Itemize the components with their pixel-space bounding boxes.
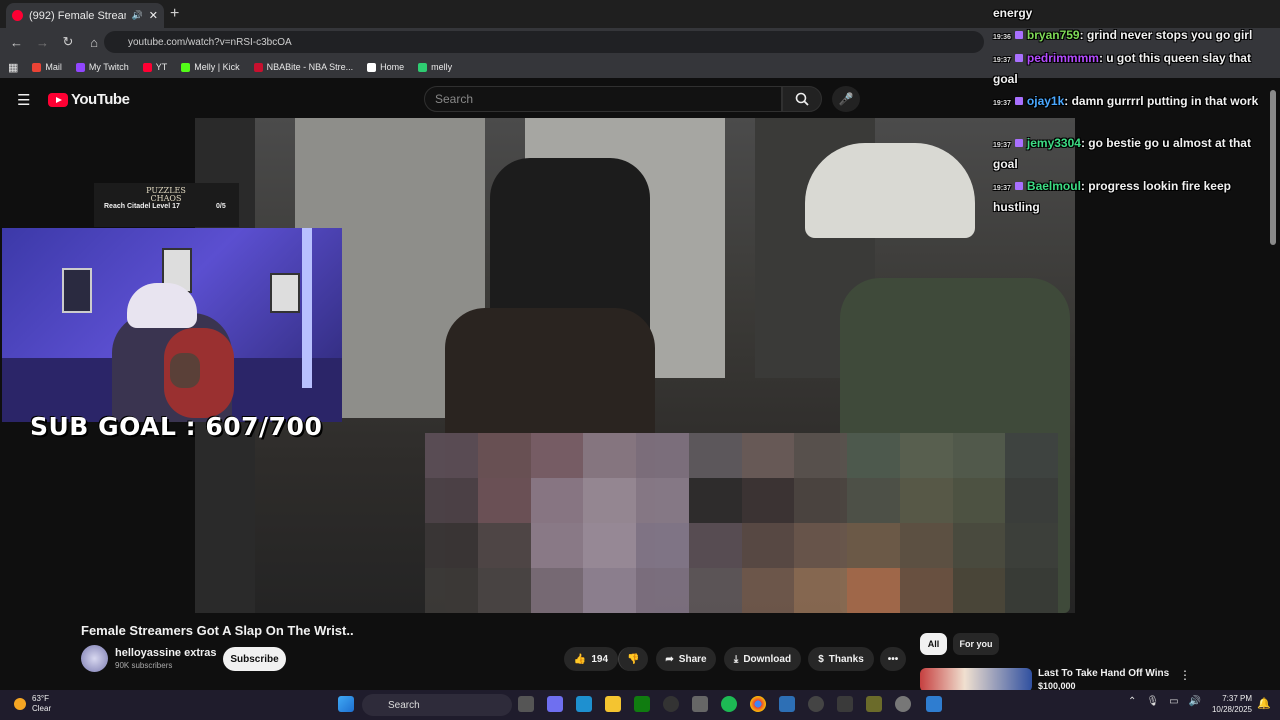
chat-message: 19:36 bryan759: grind never stops you go … [993,28,1253,42]
chat-message: 19:37 ojay1k: damn gurrrrl putting in tha… [993,94,1259,108]
search-button[interactable] [782,86,822,112]
chat-message: 19:37 pedrimmmm: u got this queen slay th… [993,51,1251,86]
tab-title: (992) Female Streamers Got [29,9,126,22]
network-icon[interactable]: ▭ [1169,696,1178,707]
sub-badge-icon [1014,139,1023,147]
notification-icon[interactable]: 🔔 [1257,697,1271,710]
share-icon: ➦ [665,653,674,665]
chip-all[interactable]: All [920,633,947,655]
tab-close-icon[interactable]: ✕ [149,9,158,22]
windows-start-icon[interactable] [338,696,354,712]
system-tray[interactable]: ⌃ 🎙 ▭ 🔊 [1128,696,1201,707]
kebab-menu-icon[interactable]: ⋮ [1179,668,1191,682]
system-clock[interactable]: 7:37 PM 10/28/2025 [1202,693,1252,715]
chrome-icon[interactable] [750,696,766,712]
microphone-icon[interactable]: 🎤 [832,86,860,112]
file-explorer-icon[interactable] [605,696,621,712]
reload-icon[interactable]: ↻ [62,34,74,50]
recommended-title[interactable]: Last To Take Hand Off Wins [1038,668,1169,679]
spotify-icon[interactable] [721,696,737,712]
download-button[interactable]: ⤓ Download [724,647,801,671]
search-input[interactable]: Search [424,86,782,112]
download-icon: ⤓ [733,653,739,665]
new-tab-icon[interactable]: + [170,5,179,23]
url-text: youtube.com/watch?v=nRSI-c3bcOA [128,36,292,48]
weather-widget[interactable]: 63°F Clear [14,694,51,714]
subscribe-button[interactable]: Subscribe [223,647,286,671]
share-button[interactable]: ➦ Share [656,647,716,671]
xbox-icon[interactable] [634,696,650,712]
settings-icon[interactable] [895,696,911,712]
sub-badge-icon [1014,182,1023,190]
back-icon[interactable]: ← [10,35,23,50]
forward-icon[interactable]: → [36,35,49,50]
speaker-icon[interactable]: 🔊 [132,10,143,21]
bookmark-yt[interactable]: YT [142,62,167,72]
copilot-icon[interactable] [547,696,563,712]
app-icon[interactable] [926,696,942,712]
puzzle-logo: PUZZLES CHAOS [146,186,186,203]
browser-tab[interactable]: (992) Female Streamers Got 🔊 ✕ [6,3,164,28]
thumbs-up-icon: 👍 [573,653,587,665]
menu-icon[interactable]: ☰ [17,91,30,109]
chat-header: energy [993,6,1033,20]
puzzle-progress: 0/5 [216,203,226,210]
chat-overlay: energy 19:36 bryan759: grind never stops … [988,0,1280,220]
bookmark-home[interactable]: Home [367,62,404,72]
youtube-play-icon [48,92,68,107]
more-icon: ••• [887,653,899,665]
thanks-button[interactable]: $ Thanks [808,647,874,671]
youtube-favicon-icon [12,10,23,21]
mic-tray-icon[interactable]: 🎙 [1146,696,1159,707]
puzzle-overlay: PUZZLES CHAOS Reach Citadel Level 17 0/5 [94,183,239,227]
address-bar[interactable]: youtube.com/watch?v=nRSI-c3bcOA [104,31,984,53]
sub-badge-icon [1014,97,1023,105]
webcam-overlay [2,228,342,422]
youtube-logo[interactable]: YouTube [48,91,130,108]
puzzle-task: Reach Citadel Level 17 [104,203,180,210]
weather-sun-icon [14,698,26,710]
channel-name[interactable]: helloyassine extras [115,647,217,659]
cap-shape [805,143,975,238]
subscriber-count: 90K subscribers [115,661,173,670]
search-icon [795,92,809,106]
more-actions-button[interactable]: ••• [880,647,906,671]
thumbs-down-icon: 👎 [627,653,640,665]
photos-icon[interactable] [779,696,795,712]
chevron-up-icon[interactable]: ⌃ [1128,696,1136,707]
sub-goal-text: SUB GOAL : 607/700 [30,412,323,441]
chat-message: 19:37 jemy3304: go bestie go u almost at … [993,136,1251,171]
bookmark-mail[interactable]: Mail [32,62,62,72]
sub-badge-icon [1014,31,1023,39]
media-player-icon[interactable] [808,696,824,712]
chat-message: 19:37 Baelmoul: progress lookin fire keep… [993,179,1231,214]
bookmark-nbabite[interactable]: NBABite - NBA Stre... [253,62,353,72]
thanks-icon: $ [818,653,824,665]
app-icon[interactable] [866,696,882,712]
obs-icon[interactable] [663,696,679,712]
store-icon[interactable] [692,696,708,712]
chip-for-you[interactable]: For you [953,633,999,655]
channel-avatar[interactable] [81,645,108,672]
task-view-icon[interactable] [518,696,534,712]
app-icon[interactable] [837,696,853,712]
pixelated-censor [425,433,1058,613]
home-icon[interactable]: ⌂ [88,35,100,50]
apps-icon[interactable]: ▦ [8,61,18,74]
recommended-thumbnail[interactable] [920,668,1032,692]
dislike-button[interactable]: 👎 [618,647,648,671]
volume-icon[interactable]: 🔊 [1189,696,1201,707]
sub-badge-icon [1014,54,1023,62]
bookmark-my-twitch[interactable]: My Twitch [75,62,129,72]
bookmark-melly[interactable]: melly [418,62,452,72]
video-title: Female Streamers Got A Slap On The Wrist… [81,623,354,638]
edge-icon[interactable] [576,696,592,712]
taskbar-search[interactable]: Search [362,694,512,716]
bookmark-kick[interactable]: Melly | Kick [181,62,240,72]
like-button[interactable]: 👍 194 [564,647,618,671]
